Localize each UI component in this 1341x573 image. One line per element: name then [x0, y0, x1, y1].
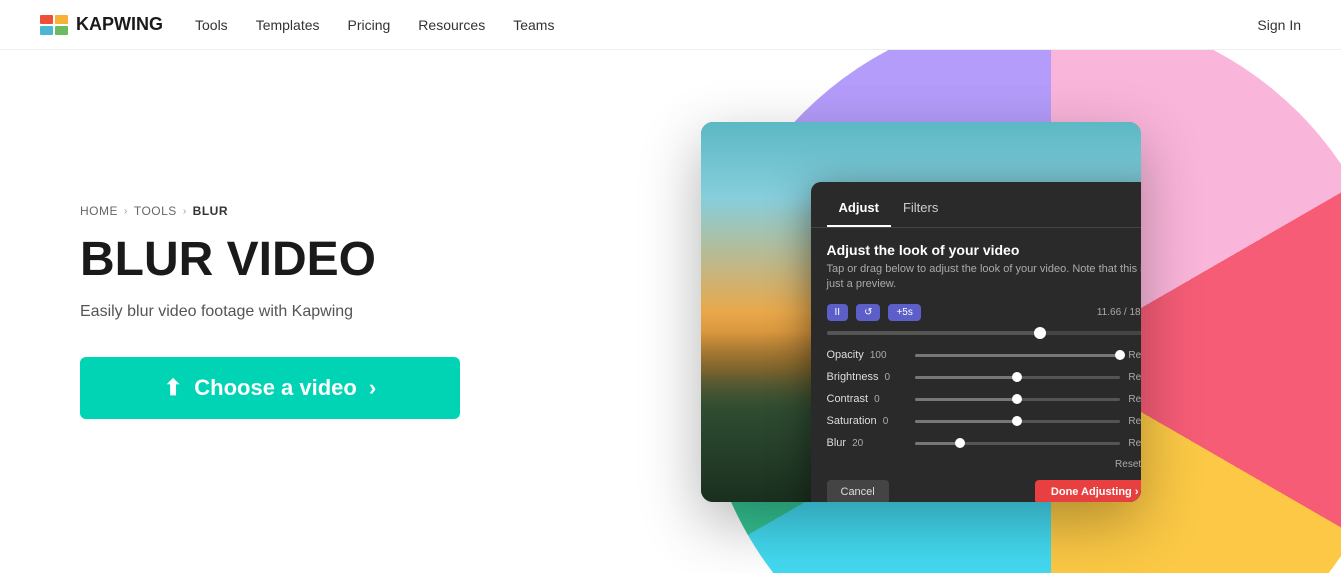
- logo-icon: [40, 15, 68, 35]
- panel-actions: Cancel Done Adjusting ›: [827, 480, 1141, 501]
- breadcrumb-current: BLUR: [193, 204, 228, 218]
- page-title: BLUR VIDEO: [80, 234, 580, 287]
- reset-all-button[interactable]: Reset All: [827, 459, 1141, 470]
- cta-label: Choose a video: [194, 375, 357, 401]
- slider-track-blur[interactable]: [915, 442, 1121, 445]
- slider-thumb-contrast: [1012, 394, 1022, 404]
- cta-arrow: ›: [369, 375, 376, 401]
- slider-row-contrast: Contrast 0 Reset: [827, 393, 1141, 405]
- nav-templates[interactable]: Templates: [256, 17, 320, 33]
- breadcrumb: HOME › TOOLS › BLUR: [80, 204, 580, 218]
- slider-track-opacity[interactable]: [915, 354, 1121, 357]
- reset-opacity[interactable]: Reset: [1128, 350, 1140, 361]
- logo-text: KAPWING: [76, 14, 163, 35]
- progress-bar[interactable]: [827, 331, 1141, 335]
- slider-track-brightness[interactable]: [915, 376, 1121, 379]
- panel-body: Adjust the look of your video Tap or dra…: [811, 228, 1141, 502]
- cancel-button[interactable]: Cancel: [827, 480, 889, 501]
- slider-label-saturation: Saturation 0: [827, 415, 907, 427]
- slider-track-saturation[interactable]: [915, 420, 1121, 423]
- progress-thumb: [1034, 327, 1046, 339]
- back-button[interactable]: ↺: [856, 304, 880, 321]
- slider-row-saturation: Saturation 0 Reset: [827, 415, 1141, 427]
- slider-row-blur: Blur 20 Reset: [827, 437, 1141, 449]
- adjust-panel: Adjust Filters Adjust the look of your v…: [811, 182, 1141, 502]
- reset-blur[interactable]: Reset: [1128, 438, 1140, 449]
- hero-right: Adjust Filters Adjust the look of your v…: [580, 62, 1261, 562]
- slider-row-opacity: Opacity 100 Reset: [827, 349, 1141, 361]
- slider-fill-blur: [915, 442, 960, 445]
- slider-thumb-blur: [955, 438, 965, 448]
- choose-video-button[interactable]: ⬆ Choose a video ›: [80, 357, 460, 419]
- slider-thumb-brightness: [1012, 372, 1022, 382]
- slider-fill-opacity: [915, 354, 1121, 357]
- upload-icon: ⬆: [164, 375, 182, 401]
- slider-label-contrast: Contrast 0: [827, 393, 907, 405]
- slider-fill-saturation: [915, 420, 1018, 423]
- panel-tabs: Adjust Filters: [811, 182, 1141, 228]
- video-preview-card: Adjust Filters Adjust the look of your v…: [701, 122, 1141, 502]
- panel-title: Adjust the look of your video: [827, 242, 1141, 258]
- skip-button[interactable]: +5s: [888, 304, 920, 321]
- reset-saturation[interactable]: Reset: [1128, 416, 1140, 427]
- breadcrumb-sep2: ›: [183, 206, 187, 217]
- logo[interactable]: KAPWING: [40, 14, 163, 35]
- tab-filters[interactable]: Filters: [891, 194, 950, 227]
- video-controls: II ↺ +5s 11.66 / 18.67: [827, 304, 1141, 321]
- nav-resources[interactable]: Resources: [418, 17, 485, 33]
- breadcrumb-sep1: ›: [124, 206, 128, 217]
- slider-label-blur: Blur 20: [827, 437, 907, 449]
- slider-label-opacity: Opacity 100: [827, 349, 907, 361]
- hero-subtitle: Easily blur video footage with Kapwing: [80, 303, 580, 321]
- slider-fill-contrast: [915, 398, 1018, 401]
- nav-tools[interactable]: Tools: [195, 17, 228, 33]
- reset-contrast[interactable]: Reset: [1128, 394, 1140, 405]
- time-display: 11.66 / 18.67: [1097, 307, 1141, 318]
- reset-brightness[interactable]: Reset: [1128, 372, 1140, 383]
- sign-in-button[interactable]: Sign In: [1257, 17, 1301, 33]
- slider-track-contrast[interactable]: [915, 398, 1121, 401]
- hero-left: HOME › TOOLS › BLUR BLUR VIDEO Easily bl…: [80, 204, 580, 419]
- play-button[interactable]: II: [827, 304, 849, 321]
- main-nav: Tools Templates Pricing Resources Teams: [195, 17, 554, 33]
- header-left: KAPWING Tools Templates Pricing Resource…: [40, 14, 554, 35]
- panel-desc: Tap or drag below to adjust the look of …: [827, 262, 1141, 293]
- nav-teams[interactable]: Teams: [513, 17, 554, 33]
- breadcrumb-home[interactable]: HOME: [80, 204, 118, 218]
- nav-pricing[interactable]: Pricing: [348, 17, 391, 33]
- main-content: HOME › TOOLS › BLUR BLUR VIDEO Easily bl…: [0, 50, 1341, 573]
- slider-fill-brightness: [915, 376, 1018, 379]
- slider-row-brightness: Brightness 0 Reset: [827, 371, 1141, 383]
- slider-label-brightness: Brightness 0: [827, 371, 907, 383]
- tab-adjust[interactable]: Adjust: [827, 194, 891, 227]
- slider-thumb-saturation: [1012, 416, 1022, 426]
- slider-thumb-opacity: [1115, 350, 1125, 360]
- header: KAPWING Tools Templates Pricing Resource…: [0, 0, 1341, 50]
- progress-fill: [827, 331, 1040, 335]
- done-adjusting-button[interactable]: Done Adjusting ›: [1035, 480, 1141, 501]
- breadcrumb-tools[interactable]: TOOLS: [134, 204, 177, 218]
